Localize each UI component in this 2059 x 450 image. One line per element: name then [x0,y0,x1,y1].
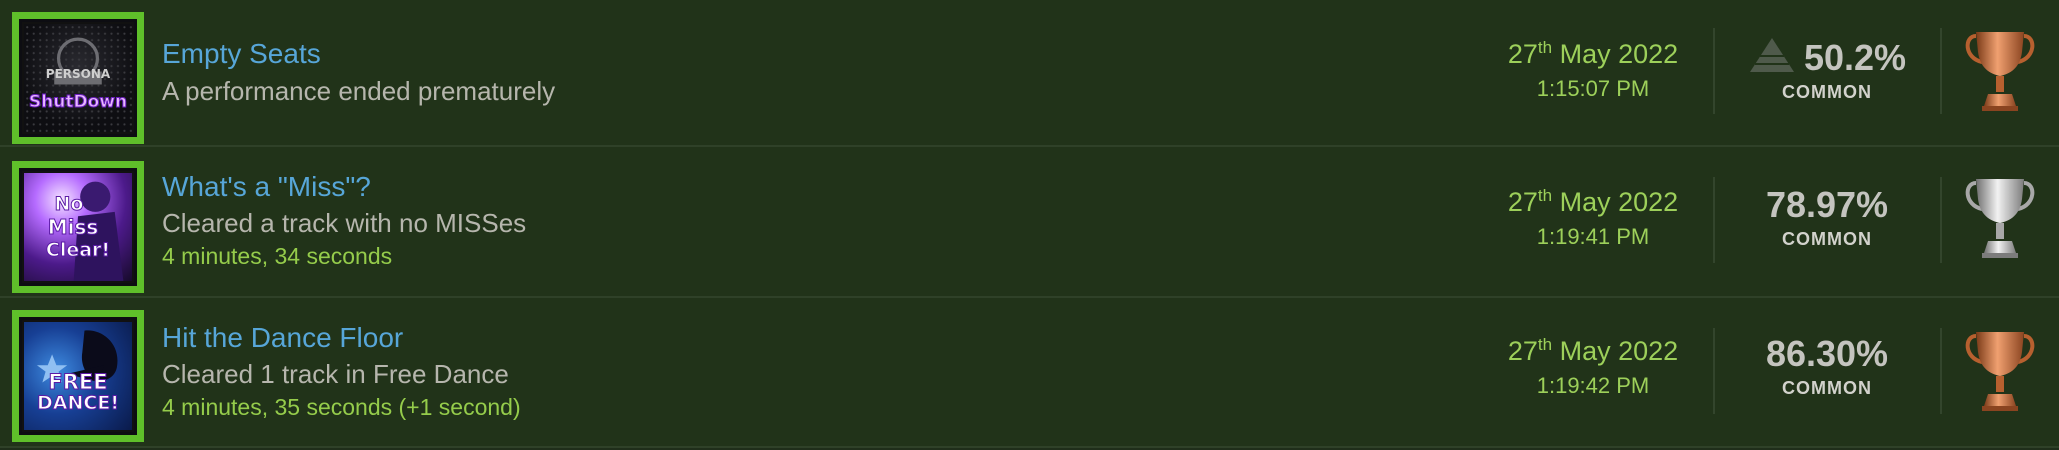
achievement-title[interactable]: Empty Seats [162,38,321,70]
free-dance-icon: FREE DANCE! [22,320,134,432]
icon-text-bottom: ShutDown [28,92,128,112]
rarity-block: 78.97% COMMON [1716,185,1938,250]
divider [1940,328,1942,414]
no-miss-clear-icon: No Miss Clear! [22,171,134,283]
achievement-thumbnail: No Miss Clear! [12,161,144,293]
divider [1713,28,1715,114]
persona-shutdown-icon: PERSONA ShutDown [22,22,134,134]
unlock-time: 1:15:07 PM [1536,76,1650,101]
achievement-description: Cleared 1 track in Free Dance [162,359,509,389]
rarity-label: COMMON [1782,82,1872,102]
unlock-time-note: 4 minutes, 35 seconds (+1 second) [162,394,521,420]
rarity-percent: 78.97% [1765,184,1889,225]
date-suffix: th [1537,38,1553,57]
icon-text-line1: No [54,193,84,215]
divider [1940,28,1942,114]
date-day: 27 [1507,336,1538,366]
icon-text-line1: FREE [48,370,108,394]
unlock-date: 27th May 2022 1:19:42 PM [1493,335,1693,399]
bronze-trophy-icon [1965,32,2035,111]
icon-text-line2: DANCE! [37,392,120,414]
divider [1940,177,1942,263]
achievement-row[interactable]: PERSONA ShutDown Empty Seats A performan… [0,0,2059,145]
achievement-description: A performance ended prematurely [162,76,556,106]
date-suffix: th [1537,186,1553,205]
unlock-time-note: 4 minutes, 34 seconds [162,243,393,269]
rarity-label: COMMON [1782,378,1872,398]
divider [1713,328,1715,414]
date-rest: May 2022 [1552,336,1679,366]
date-day: 27 [1507,187,1538,217]
date-suffix: th [1537,335,1553,354]
unlock-date: 27th May 2022 1:19:41 PM [1493,186,1693,250]
icon-text-top: PERSONA [45,67,111,81]
date-rest: May 2022 [1552,187,1679,217]
rarity-block: 86.30% COMMON [1716,334,1938,399]
rarity-percent: 50.2% [1803,37,1907,78]
icon-text-line3: Clear! [45,239,111,261]
bronze-trophy-icon [1965,332,2035,411]
silver-trophy-icon [1965,179,2035,258]
achievement-row[interactable]: No Miss Clear! What's a "Miss"? Cleared … [0,147,2059,296]
rarity-percent: 86.30% [1765,333,1889,374]
date-rest: May 2022 [1552,39,1679,69]
rarity-pyramid-icon [1749,38,1794,72]
achievement-row[interactable]: FREE DANCE! Hit the Dance Floor Cleared … [0,298,2059,446]
achievement-title[interactable]: Hit the Dance Floor [162,322,403,354]
rarity-label: COMMON [1782,229,1872,249]
achievement-description: Cleared a track with no MISSes [162,208,527,238]
divider [1713,177,1715,263]
unlock-time: 1:19:42 PM [1536,373,1650,398]
rarity-block: 50.2% COMMON [1716,36,1938,103]
achievement-thumbnail: FREE DANCE! [12,310,144,442]
icon-text-line2: Miss [47,215,99,239]
achievement-thumbnail: PERSONA ShutDown [12,12,144,144]
achievement-list: PERSONA ShutDown Empty Seats A performan… [0,0,2059,450]
achievement-title[interactable]: What's a "Miss"? [162,171,371,203]
unlock-date: 27th May 2022 1:15:07 PM [1493,38,1693,102]
unlock-time: 1:19:41 PM [1536,224,1650,249]
row-divider [0,446,2059,448]
date-day: 27 [1507,39,1538,69]
